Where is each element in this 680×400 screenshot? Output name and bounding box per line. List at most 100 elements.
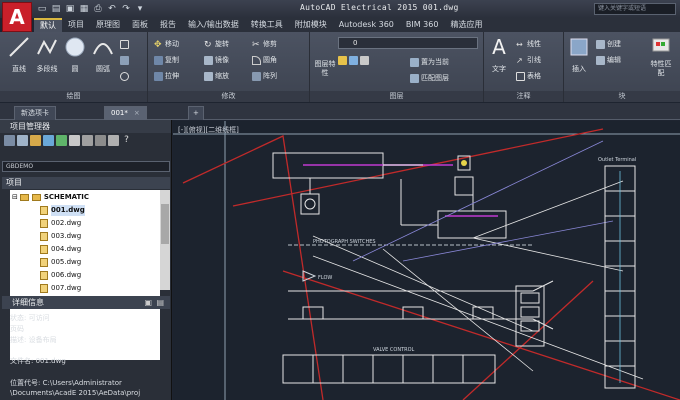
- edit-block-icon: [596, 55, 605, 65]
- collapse-icon[interactable]: ⊟: [12, 192, 18, 203]
- dropdown-arrow-icon[interactable]: ▾: [134, 3, 146, 15]
- lock-icon[interactable]: [360, 55, 369, 65]
- set-current-button[interactable]: 置为当前: [410, 56, 449, 68]
- tab-bim-360[interactable]: BIM 360: [400, 18, 445, 32]
- detail-location-2: \Documents\AcadE 2015\AeData\proj: [10, 389, 141, 397]
- stretch-button[interactable]: 拉伸: [154, 70, 179, 82]
- circle-button[interactable]: 圆: [60, 36, 90, 74]
- new-file-icon[interactable]: ▭: [36, 3, 48, 15]
- tree-file-002[interactable]: 002.dwg: [40, 218, 81, 229]
- viewport-controls[interactable]: [-][俯视][二维线框]: [178, 125, 239, 135]
- tab-new[interactable]: 新选项卡: [14, 106, 56, 120]
- tree-file-005[interactable]: 005.dwg: [40, 257, 81, 268]
- publish-icon[interactable]: [95, 135, 106, 146]
- tree-file-004[interactable]: 004.dwg: [40, 244, 81, 255]
- trim-button[interactable]: ✂ 修剪: [252, 38, 277, 50]
- fillet-button[interactable]: 圆角: [252, 54, 277, 66]
- tree-file-001[interactable]: 001.dwg: [40, 205, 85, 216]
- detail-filename: 文件名: 001.dwg: [10, 357, 66, 365]
- motor-symbol: [300, 193, 320, 215]
- tab-conversion-tools[interactable]: 转换工具: [245, 18, 289, 32]
- lightbulb-icon[interactable]: [338, 55, 347, 65]
- edit-block-button[interactable]: 编辑: [596, 54, 621, 66]
- tab-reports[interactable]: 报告: [154, 18, 182, 32]
- ellipse-tool[interactable]: [120, 70, 129, 82]
- ribbon-panel: 直线 多段线 圆 圆弧 绘图 ✥ 移动 ↻ 旋转 ✂ 修剪 复制 镜像 圆角 拉伸 缩…: [0, 32, 680, 102]
- help-search-input[interactable]: 键入关键字或短语: [594, 3, 676, 15]
- detail-page: 页码: [10, 325, 24, 333]
- mirror-icon: [204, 55, 213, 65]
- line-button[interactable]: 直线: [4, 36, 34, 74]
- redo-icon[interactable]: ↷: [120, 3, 132, 15]
- leader-button[interactable]: ↗ 引线: [516, 54, 541, 66]
- details-list-icon[interactable]: ▤: [156, 296, 164, 309]
- application-menu-button[interactable]: A: [2, 2, 32, 32]
- tree-root[interactable]: ⊟ SCHEMATIC: [12, 192, 89, 203]
- refresh-icon[interactable]: [43, 135, 54, 146]
- settings-icon[interactable]: [108, 135, 119, 146]
- layer-dropdown[interactable]: 0: [338, 37, 478, 49]
- match-properties-button[interactable]: 特性匹配: [646, 36, 676, 78]
- tree-scrollbar[interactable]: [160, 190, 170, 290]
- arc-button[interactable]: 圆弧: [88, 36, 118, 74]
- details-preview-icon[interactable]: ▣: [144, 296, 152, 309]
- tab-addins[interactable]: 附加模块: [289, 18, 333, 32]
- print-icon[interactable]: ⎙: [92, 3, 104, 15]
- scale-button[interactable]: 缩放: [204, 70, 229, 82]
- move-button[interactable]: ✥ 移动: [154, 38, 179, 50]
- save-as-icon[interactable]: ▦: [78, 3, 90, 15]
- drawing-file-icon: [40, 219, 48, 228]
- copy-button[interactable]: 复制: [154, 54, 179, 66]
- text-button[interactable]: A 文字: [484, 35, 514, 74]
- new-project-icon[interactable]: [17, 135, 28, 146]
- table-button[interactable]: 表格: [516, 70, 541, 82]
- plot-project-icon[interactable]: [82, 135, 93, 146]
- modify-group-title: 修改: [148, 91, 309, 102]
- tab-001[interactable]: 001* ×: [104, 106, 147, 120]
- array-button[interactable]: 阵列: [252, 70, 277, 82]
- project-properties-icon[interactable]: [69, 135, 80, 146]
- project-selector[interactable]: GBDEMO: [2, 161, 170, 172]
- insert-block-button[interactable]: 插入: [564, 36, 594, 74]
- save-icon[interactable]: ▣: [64, 3, 76, 15]
- drawing-file-icon: [40, 232, 48, 241]
- hatch-icon: [120, 55, 129, 65]
- layer-properties-button[interactable]: 图层特性: [310, 60, 340, 78]
- tab-autodesk-360[interactable]: Autodesk 360: [333, 18, 400, 32]
- polyline-button[interactable]: 多段线: [32, 36, 62, 74]
- drawing-canvas[interactable]: PHOTOGRAPH SWITCHES FLOW VALVE CONTROL O…: [173, 121, 680, 400]
- tab-project[interactable]: 项目: [62, 18, 90, 32]
- linear-dimension-button[interactable]: ↔ 线性: [516, 38, 541, 50]
- project-tasks-icon[interactable]: [56, 135, 67, 146]
- close-tab-icon[interactable]: ×: [134, 109, 140, 117]
- match-layer-button[interactable]: 匹配图层: [410, 72, 449, 84]
- help-icon[interactable]: ?: [121, 135, 132, 146]
- scrollbar-thumb[interactable]: [161, 204, 169, 244]
- tab-featured-apps[interactable]: 精选应用: [444, 18, 488, 32]
- open-file-icon[interactable]: ▤: [50, 3, 62, 15]
- drawing-file-icon: [40, 206, 48, 215]
- mirror-button[interactable]: 镜像: [204, 54, 229, 66]
- motor-symbol-circle: [304, 198, 316, 210]
- tab-import-export[interactable]: 输入/输出数据: [182, 18, 245, 32]
- new-drawing-icon[interactable]: [30, 135, 41, 146]
- open-project-icon[interactable]: [4, 135, 15, 146]
- tree-file-007[interactable]: 007.dwg: [40, 283, 81, 294]
- tab-default[interactable]: 默认: [34, 18, 62, 32]
- array-icon: [252, 71, 261, 81]
- projects-header: 项目: [2, 177, 170, 189]
- undo-icon[interactable]: ↶: [106, 3, 118, 15]
- tree-file-003[interactable]: 003.dwg: [40, 231, 81, 242]
- create-block-button[interactable]: 创建: [596, 38, 621, 50]
- rotate-button[interactable]: ↻ 旋转: [204, 38, 229, 50]
- freeze-icon[interactable]: [349, 55, 358, 65]
- hatch-tool[interactable]: [120, 54, 129, 66]
- pipeline: [288, 318, 554, 330]
- tab-schematic[interactable]: 原理图: [90, 18, 126, 32]
- rectangle-tool[interactable]: [120, 38, 129, 50]
- tab-panel[interactable]: 面板: [126, 18, 154, 32]
- table-icon: [516, 71, 525, 81]
- detail-description: 描述: 设备布局: [10, 336, 57, 344]
- tree-file-006[interactable]: 006.dwg: [40, 270, 81, 281]
- add-tab-button[interactable]: +: [188, 106, 204, 120]
